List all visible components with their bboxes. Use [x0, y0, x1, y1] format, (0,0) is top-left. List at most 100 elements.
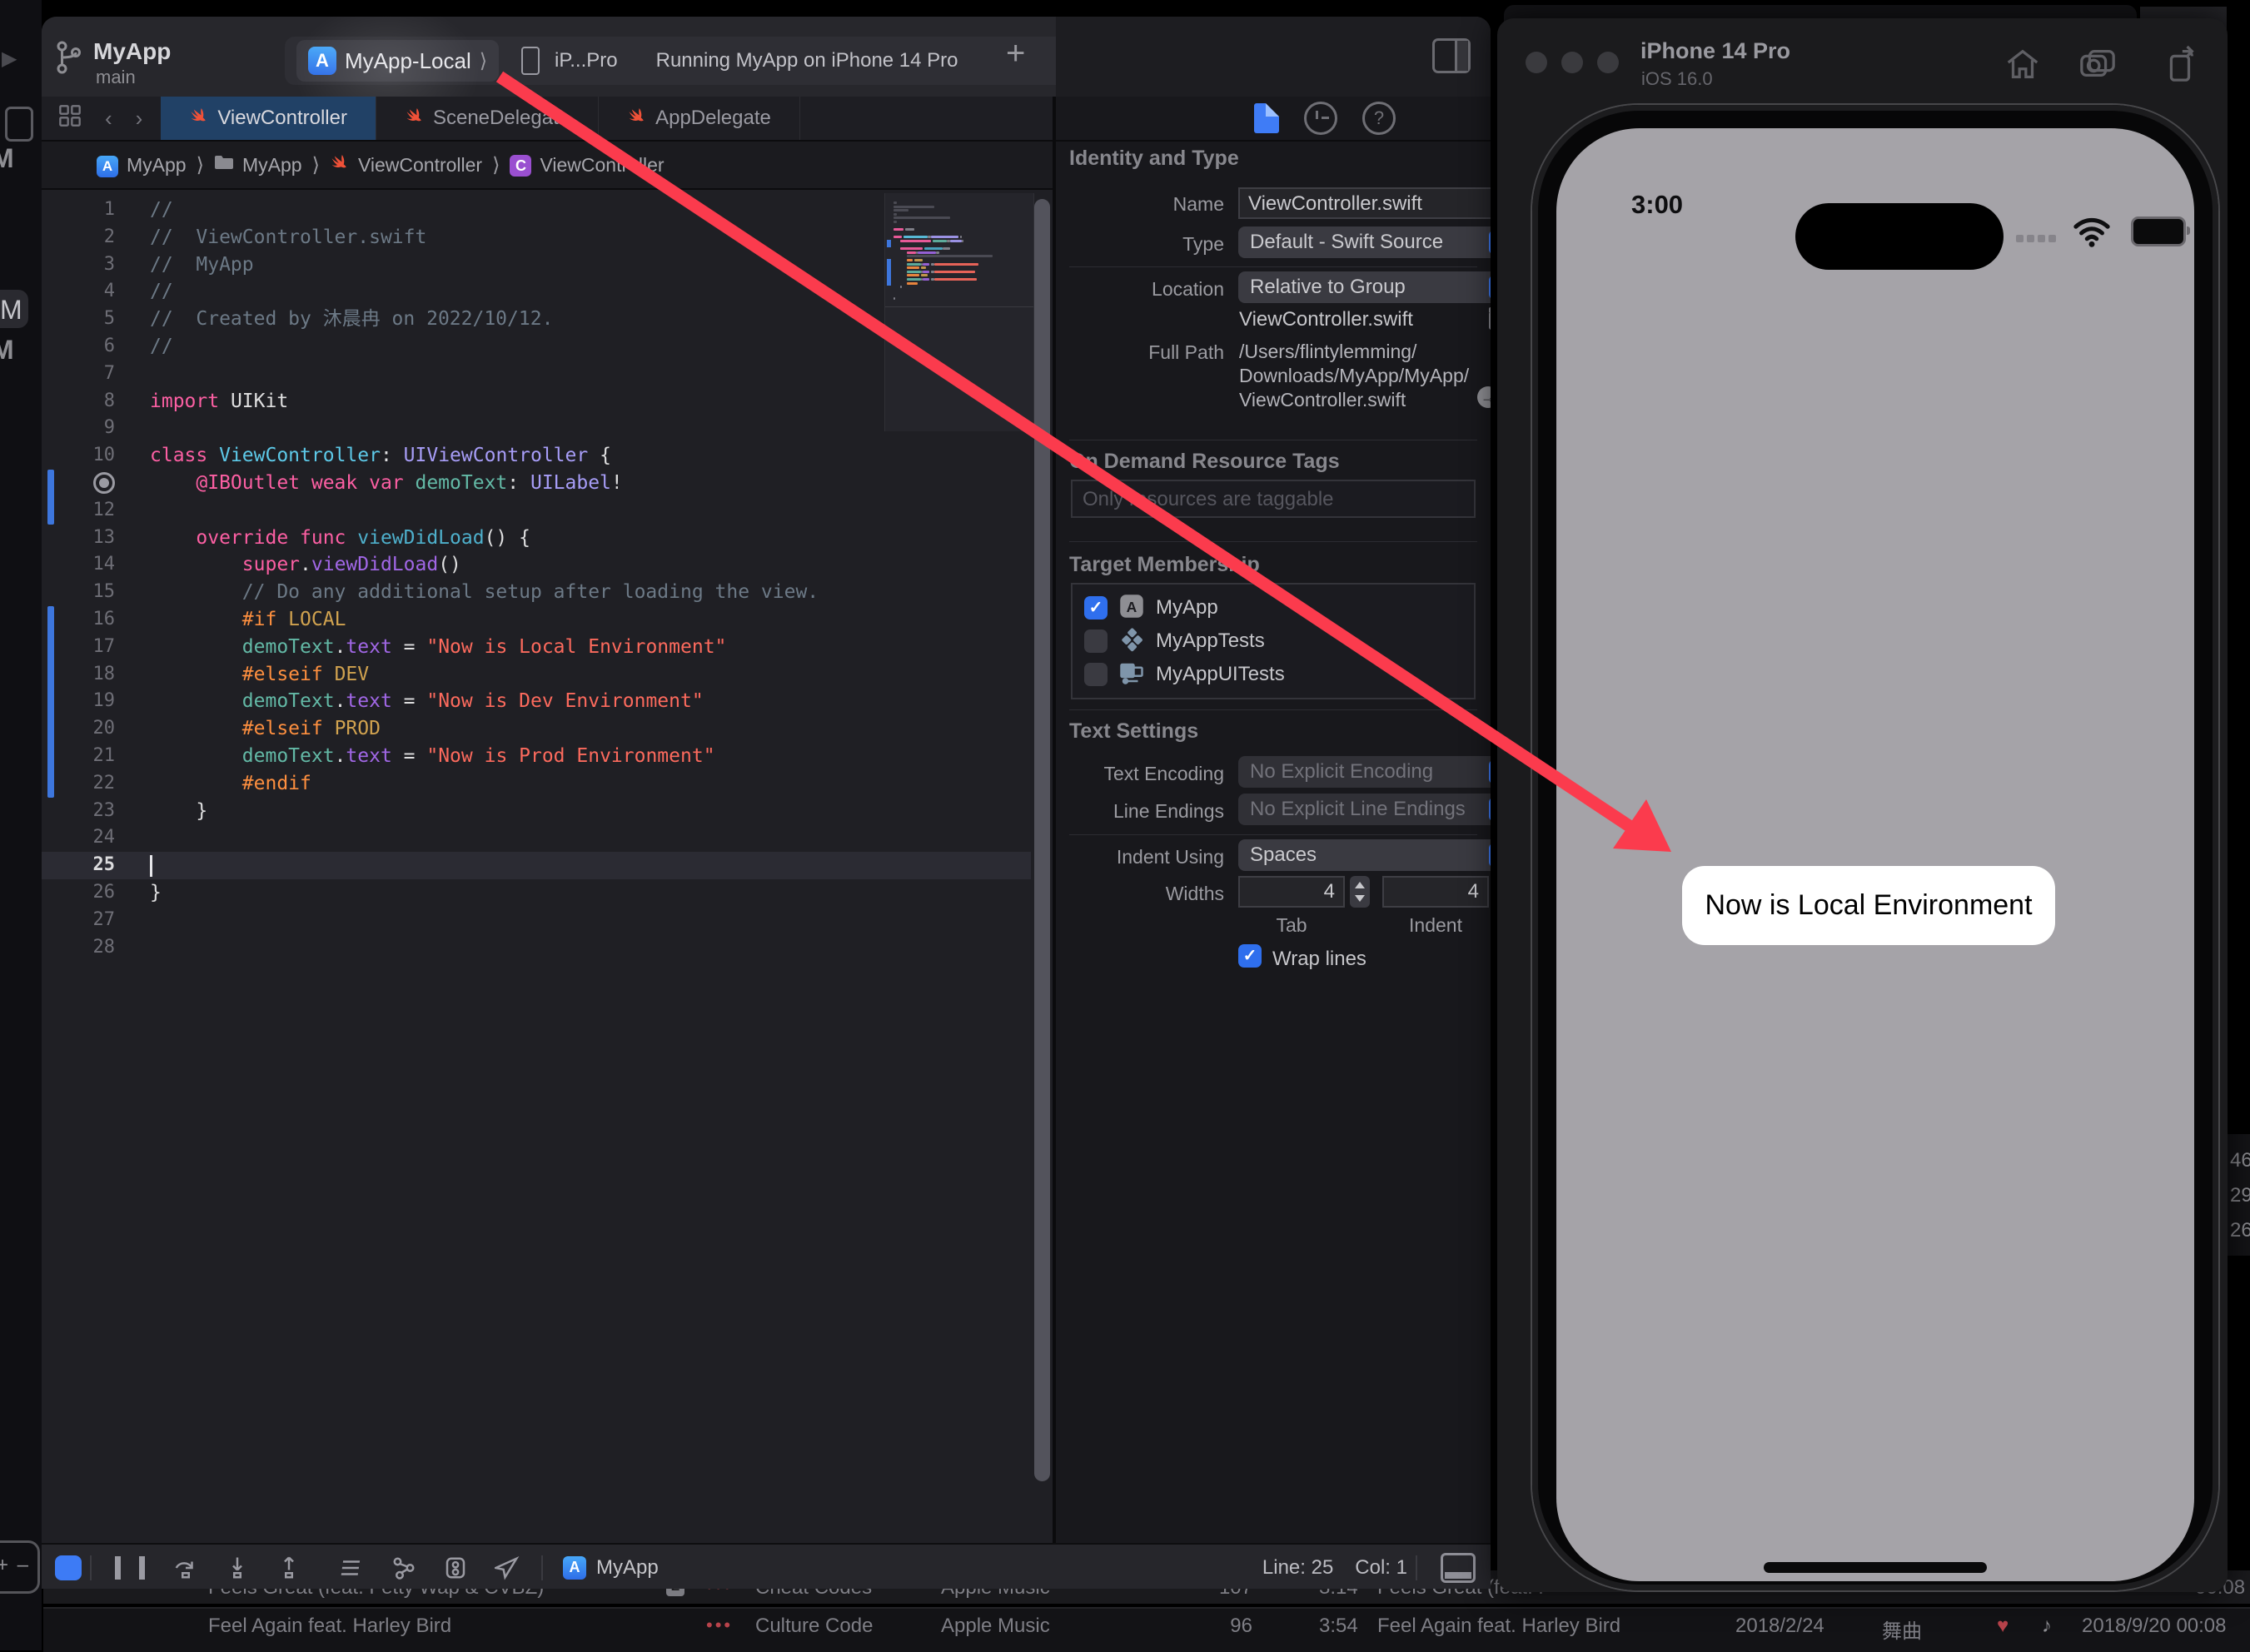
history-inspector-icon[interactable]: [1304, 102, 1337, 135]
go-back-icon[interactable]: ‹: [105, 106, 112, 132]
go-forward-icon[interactable]: ›: [136, 106, 143, 132]
pause-icon[interactable]: [115, 1556, 145, 1580]
tab-AppDelegate[interactable]: AppDelegate: [599, 97, 800, 140]
file-inspector-icon[interactable]: [1254, 103, 1279, 133]
resource-tags-field[interactable]: Only resources are taggable: [1071, 480, 1476, 518]
code-line-9[interactable]: 9: [42, 415, 1031, 442]
membership-row-MyApp[interactable]: ✓AMyApp: [1073, 591, 1474, 624]
tab-width-field[interactable]: 4: [1238, 876, 1345, 908]
breakpoints-toggle-icon[interactable]: [55, 1555, 82, 1580]
rotate-device-icon[interactable]: [2160, 45, 2198, 83]
simulator-titlebar[interactable]: iPhone 14 Pro iOS 16.0: [1497, 18, 2228, 97]
editor-scrollbar[interactable]: [1034, 199, 1050, 1481]
toggle-inspector-icon[interactable]: [1432, 38, 1471, 73]
project-title[interactable]: MyApp: [93, 38, 171, 65]
add-button[interactable]: +: [1006, 35, 1025, 72]
membership-checkbox[interactable]: [1084, 663, 1108, 686]
code-line-1[interactable]: 1//: [42, 197, 1031, 224]
code-line-28[interactable]: 28: [42, 934, 1031, 962]
screenshot-camera-icon[interactable]: [2078, 45, 2117, 83]
breadcrumb-item[interactable]: CViewController: [510, 153, 664, 177]
view-hierarchy-icon[interactable]: [391, 1555, 416, 1580]
type-select[interactable]: Default - Swift Source: [1238, 226, 1491, 258]
minimize-icon[interactable]: [1561, 52, 1583, 73]
strip-selected-item[interactable]: M: [0, 290, 28, 328]
close-icon[interactable]: [1526, 52, 1547, 73]
running-app-chip[interactable]: A MyApp: [563, 1556, 659, 1580]
code-line-15[interactable]: 15 // Do any additional setup after load…: [42, 579, 1031, 606]
run-destination-status[interactable]: iP...Pro Running MyApp on iPhone 14 Pro: [521, 47, 958, 75]
code-line-2[interactable]: 2// ViewController.swift: [42, 224, 1031, 251]
help-inspector-icon[interactable]: ?: [1362, 102, 1396, 135]
code-line-11[interactable]: @IBOutlet weak var demoText: UILabel!: [42, 470, 1031, 497]
code-line-4[interactable]: 4//: [42, 278, 1031, 306]
code-line-19[interactable]: 19 demoText.text = "Now is Dev Environme…: [42, 688, 1031, 715]
source-editor[interactable]: 1//2// ViewController.swift3// MyApp4//5…: [42, 190, 1053, 1543]
simulate-location-icon[interactable]: [495, 1555, 520, 1580]
step-into-icon[interactable]: [225, 1555, 250, 1580]
indent-using-select[interactable]: Spaces: [1238, 839, 1491, 871]
tab-SceneDelegate[interactable]: SceneDelegate: [376, 97, 599, 140]
code-line-3[interactable]: 3// MyApp: [42, 251, 1031, 279]
select-stepper-icon[interactable]: [1489, 797, 1491, 822]
breadcrumb-item[interactable]: ViewController: [330, 152, 482, 177]
code-line-14[interactable]: 14 super.viewDidLoad(): [42, 551, 1031, 579]
code-line-27[interactable]: 27: [42, 907, 1031, 934]
select-stepper-icon[interactable]: [1489, 759, 1491, 784]
home-button-icon[interactable]: [2004, 45, 2042, 83]
select-stepper-icon[interactable]: [1489, 275, 1491, 300]
tab-ViewController[interactable]: ViewController: [161, 97, 376, 140]
code-line-5[interactable]: 5// Created by 沐晨冉 on 2022/10/12.: [42, 306, 1031, 333]
code-line-13[interactable]: 13 override func viewDidLoad() {: [42, 525, 1031, 552]
code-line-23[interactable]: 23 }: [42, 798, 1031, 825]
code-line-24[interactable]: 24: [42, 824, 1031, 852]
code-line-10[interactable]: 10class ViewController: UIViewController…: [42, 442, 1031, 470]
related-items-grid-icon[interactable]: [58, 104, 82, 133]
indent-width-field[interactable]: 4: [1382, 876, 1489, 908]
folder-icon[interactable]: [1489, 311, 1491, 330]
code-line-17[interactable]: 17 demoText.text = "Now is Local Environ…: [42, 634, 1031, 661]
reveal-arrow-icon[interactable]: →: [1477, 386, 1491, 408]
outlet-connected-icon[interactable]: [93, 472, 115, 494]
play-icon[interactable]: ▶: [2, 47, 17, 71]
select-stepper-icon[interactable]: [1489, 230, 1491, 255]
membership-row-MyAppTests[interactable]: MyAppTests: [1073, 624, 1474, 658]
debug-area-toggle-icon[interactable]: [1441, 1553, 1476, 1583]
code-line-21[interactable]: 21 demoText.text = "Now is Prod Environm…: [42, 743, 1031, 770]
adjust-editor-icon[interactable]: + –: [0, 1540, 40, 1594]
code-line-18[interactable]: 18 #elseif DEV: [42, 661, 1031, 689]
list-icon[interactable]: [5, 107, 33, 142]
stack-frames-icon[interactable]: [340, 1555, 365, 1580]
minimap[interactable]: [884, 193, 1034, 431]
breadcrumb-item[interactable]: AMyApp: [97, 153, 187, 177]
code-line-20[interactable]: 20 #elseif PROD: [42, 715, 1031, 743]
membership-row-MyAppUITests[interactable]: MyAppUITests: [1073, 658, 1474, 691]
step-over-icon[interactable]: [173, 1555, 198, 1580]
code-line-12[interactable]: 12: [42, 497, 1031, 525]
code-line-6[interactable]: 6//: [42, 333, 1031, 361]
membership-checkbox[interactable]: [1084, 629, 1108, 653]
code-line-8[interactable]: 8import UIKit: [42, 388, 1031, 415]
memory-graph-icon[interactable]: [443, 1555, 468, 1580]
divider: [90, 1555, 92, 1580]
line-endings-select[interactable]: No Explicit Line Endings: [1238, 794, 1491, 825]
music-row[interactable]: Feel Again feat. Harley Bird ••• Culture…: [43, 1607, 2250, 1652]
iphone-screen[interactable]: 3:00 Now is Local Environment: [1556, 128, 2194, 1581]
code-line-26[interactable]: 26}: [42, 879, 1031, 907]
breadcrumb-item[interactable]: MyApp: [214, 152, 302, 177]
text-encoding-select[interactable]: No Explicit Encoding: [1238, 756, 1491, 788]
tab-width-stepper[interactable]: [1350, 876, 1370, 908]
select-stepper-icon[interactable]: [1489, 843, 1491, 868]
wrap-lines-checkbox[interactable]: ✓: [1238, 944, 1262, 968]
zoom-icon[interactable]: [1597, 52, 1619, 73]
branch-name[interactable]: main: [96, 67, 136, 88]
code-line-16[interactable]: 16 #if LOCAL: [42, 606, 1031, 634]
code-line-25[interactable]: 25: [42, 852, 1031, 879]
scheme-selector[interactable]: A MyApp-Local ⟩: [296, 40, 499, 82]
code-line-22[interactable]: 22 #endif: [42, 770, 1031, 798]
step-out-icon[interactable]: [276, 1555, 301, 1580]
location-select[interactable]: Relative to Group: [1238, 271, 1491, 303]
code-line-7[interactable]: 7: [42, 361, 1031, 388]
name-field[interactable]: ViewController.swift: [1238, 187, 1491, 219]
membership-checkbox[interactable]: ✓: [1084, 596, 1108, 620]
